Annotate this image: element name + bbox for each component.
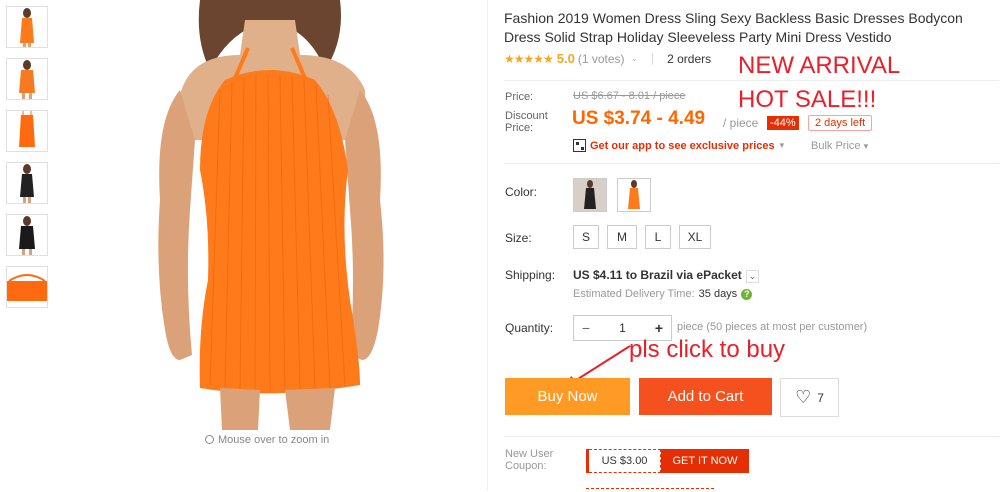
thumbnail-black-dress-2[interactable]	[6, 214, 48, 256]
new-arrival-overlay: NEW ARRIVAL	[738, 52, 901, 79]
color-label: Color:	[505, 185, 538, 199]
days-left-badge: 2 days left	[808, 115, 873, 131]
divider	[504, 80, 999, 81]
thumbnail-list	[6, 6, 50, 318]
shipping-selector[interactable]: US $4.11 to Brazil via ePacket ⌄	[573, 268, 760, 283]
minus-icon[interactable]: −	[574, 320, 598, 336]
add-to-cart-button[interactable]: Add to Cart	[639, 378, 772, 415]
wishlist-count: 7	[817, 390, 824, 405]
delivery-label: Estimated Delivery Time:	[573, 288, 695, 300]
discount-percent-badge: -44%	[767, 116, 799, 130]
main-product-image[interactable]	[60, 0, 480, 430]
quantity-note: piece (50 pieces at most per customer)	[677, 321, 868, 333]
buy-now-button[interactable]: Buy Now	[505, 378, 630, 415]
product-title: Fashion 2019 Women Dress Sling Sexy Back…	[504, 10, 963, 45]
original-price: US $6.67 - 8.01 / piece	[573, 90, 686, 102]
quantity-input[interactable]: 1	[598, 321, 647, 335]
thumbnail-orange-dress-flat[interactable]	[6, 110, 48, 152]
star-rating-icon: ★★★★★	[504, 51, 554, 66]
app-promo-text: Get our app to see exclusive prices	[590, 139, 775, 152]
rating-separator	[652, 52, 654, 65]
size-option-m[interactable]: M	[607, 225, 637, 249]
thumbnail-orange-fabric[interactable]	[6, 266, 48, 308]
thumbnail-black-dress-1[interactable]	[6, 162, 48, 204]
app-promo-link[interactable]: Get our app to see exclusive prices ▾	[573, 139, 784, 152]
shipping-cost: US $4.11	[573, 268, 623, 282]
size-option-l[interactable]: L	[645, 225, 671, 249]
hot-sale-overlay: HOT SALE!!!	[738, 86, 877, 113]
wishlist-button[interactable]: ♡ 7	[780, 378, 839, 417]
column-divider	[487, 0, 488, 491]
shipping-destination: to Brazil via ePacket	[625, 268, 742, 282]
per-piece-label: / piece	[723, 116, 759, 130]
price-label: Price:	[505, 91, 534, 103]
heart-icon: ♡	[795, 387, 812, 407]
discount-price: US $3.74 - 4.49	[572, 108, 706, 129]
plus-icon[interactable]: +	[647, 320, 671, 336]
size-option-xl[interactable]: XL	[679, 225, 711, 249]
size-label: Size:	[505, 231, 532, 245]
caret-down-icon: ▾	[863, 141, 869, 151]
thumbnail-orange-dress-1[interactable]	[6, 6, 48, 48]
qr-code-icon	[573, 139, 586, 152]
shipping-label: Shipping:	[505, 268, 556, 282]
rating-row: ★★★★★ 5.0 (1 votes) ⌄ 2 orders	[504, 51, 711, 66]
coupon-label: New User Coupon:	[505, 448, 553, 472]
chevron-down-icon[interactable]: ⌄	[631, 53, 639, 64]
magnifier-icon	[205, 435, 214, 444]
chevron-down-icon: ⌄	[745, 270, 760, 283]
discount-label-2: Price:	[505, 122, 534, 134]
bulk-price-dropdown[interactable]: Bulk Price ▾	[811, 140, 868, 152]
delivery-days: 35 days	[698, 288, 738, 300]
coupon-edge	[586, 488, 714, 492]
zoom-hint: Mouse over to zoom in	[205, 434, 329, 446]
coupon-value: US $3.00	[589, 449, 661, 473]
click-to-buy-overlay: pls click to buy	[629, 336, 786, 363]
quantity-label: Quantity:	[505, 321, 554, 335]
bulk-price-text: Bulk Price	[811, 140, 861, 152]
caret-down-icon: ▾	[779, 140, 785, 150]
divider	[504, 163, 999, 164]
delivery-estimate: Estimated Delivery Time: 35 days?	[573, 288, 753, 300]
size-option-s[interactable]: S	[573, 225, 599, 249]
divider	[504, 436, 999, 437]
get-coupon-button[interactable]: GET IT NOW	[661, 449, 749, 473]
thumbnail-orange-dress-2[interactable]	[6, 58, 48, 100]
color-swatch-orange[interactable]	[617, 178, 651, 212]
color-swatch-black[interactable]	[573, 178, 607, 212]
coupon-label-line-2: Coupon:	[505, 460, 547, 472]
votes-count[interactable]: (1 votes)	[578, 52, 625, 66]
coupon-label-line-1: New User	[505, 448, 554, 460]
orders-count: 2 orders	[667, 51, 712, 66]
new-user-coupon: US $3.00 GET IT NOW	[586, 449, 749, 473]
help-icon[interactable]: ?	[741, 289, 753, 300]
discount-label-1: Discount	[505, 110, 548, 122]
rating-score[interactable]: 5.0	[557, 51, 575, 66]
zoom-hint-text: Mouse over to zoom in	[218, 434, 330, 446]
